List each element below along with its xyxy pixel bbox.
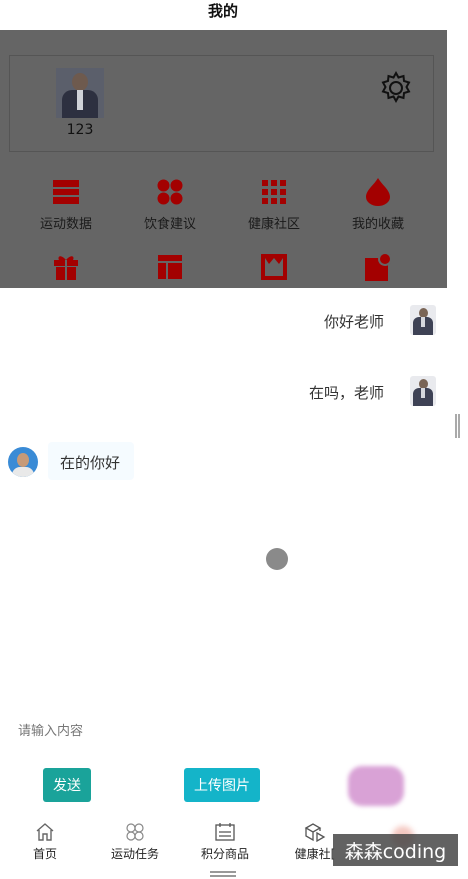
username: 123 [66, 122, 94, 138]
health-community-icon [262, 180, 286, 204]
profile-section: 123 运动数据 饮食建议 健康社区 我的收藏 [0, 30, 447, 288]
loading-indicator [266, 548, 288, 570]
gift-icon [54, 256, 78, 280]
favorites-icon [366, 178, 390, 206]
tab-label: 运动任务 [110, 847, 159, 861]
tab-sport-task[interactable]: 运动任务 [90, 814, 180, 866]
menu-item-gift[interactable] [14, 252, 118, 282]
message-bubble: 在的你好 [48, 442, 134, 480]
profile-card[interactable]: 123 [9, 55, 434, 152]
menu-row-1: 运动数据 饮食建议 健康社区 我的收藏 [0, 177, 447, 232]
upload-image-button[interactable]: 上传图片 [184, 768, 260, 802]
menu-item-favorites[interactable]: 我的收藏 [326, 177, 430, 232]
sport-data-icon [53, 180, 79, 204]
menu-label: 运动数据 [39, 217, 92, 232]
menu-item-diet-advice[interactable]: 饮食建议 [118, 177, 222, 232]
menu-label: 饮食建议 [143, 217, 196, 232]
menu-label: 我的收藏 [351, 217, 404, 232]
menu-item-health-community[interactable]: 健康社区 [222, 177, 326, 232]
menu-label: 健康社区 [247, 217, 300, 232]
message-input[interactable]: 请输入内容 [18, 720, 83, 739]
title-bar: 我的 [0, 0, 446, 30]
clover-icon [126, 823, 144, 841]
watermark: 森森coding [333, 834, 458, 866]
menu-item-sport-data[interactable]: 运动数据 [14, 177, 118, 232]
avatar[interactable] [410, 376, 436, 406]
menu-row-2 [0, 252, 447, 282]
shop-icon [261, 254, 287, 280]
gear-icon[interactable] [378, 70, 414, 106]
tab-label: 积分商品 [200, 847, 249, 861]
page-title: 我的 [207, 2, 238, 20]
layout-icon [158, 255, 182, 279]
avatar[interactable] [410, 305, 436, 335]
message-text: 在吗，老师 [308, 384, 384, 402]
notification-icon [365, 253, 391, 281]
tab-home[interactable]: 首页 [0, 814, 90, 866]
menu-item-layout[interactable] [118, 252, 222, 282]
avatar[interactable] [56, 68, 104, 118]
tab-points-goods[interactable]: 积分商品 [180, 814, 270, 866]
home-indicator[interactable] [210, 871, 236, 877]
send-button[interactable]: 发送 [43, 768, 91, 802]
menu-item-shop[interactable] [222, 252, 326, 282]
menu-item-notification[interactable] [326, 252, 430, 282]
cube-play-icon [304, 823, 326, 842]
home-icon [36, 823, 54, 841]
message-text: 你好老师 [323, 313, 384, 331]
diet-advice-icon [157, 179, 183, 205]
tab-label: 首页 [32, 847, 57, 861]
avatar[interactable] [8, 447, 38, 477]
scrollbar-handle[interactable] [455, 414, 460, 438]
floating-blob [348, 766, 404, 806]
calendar-icon [215, 823, 235, 841]
